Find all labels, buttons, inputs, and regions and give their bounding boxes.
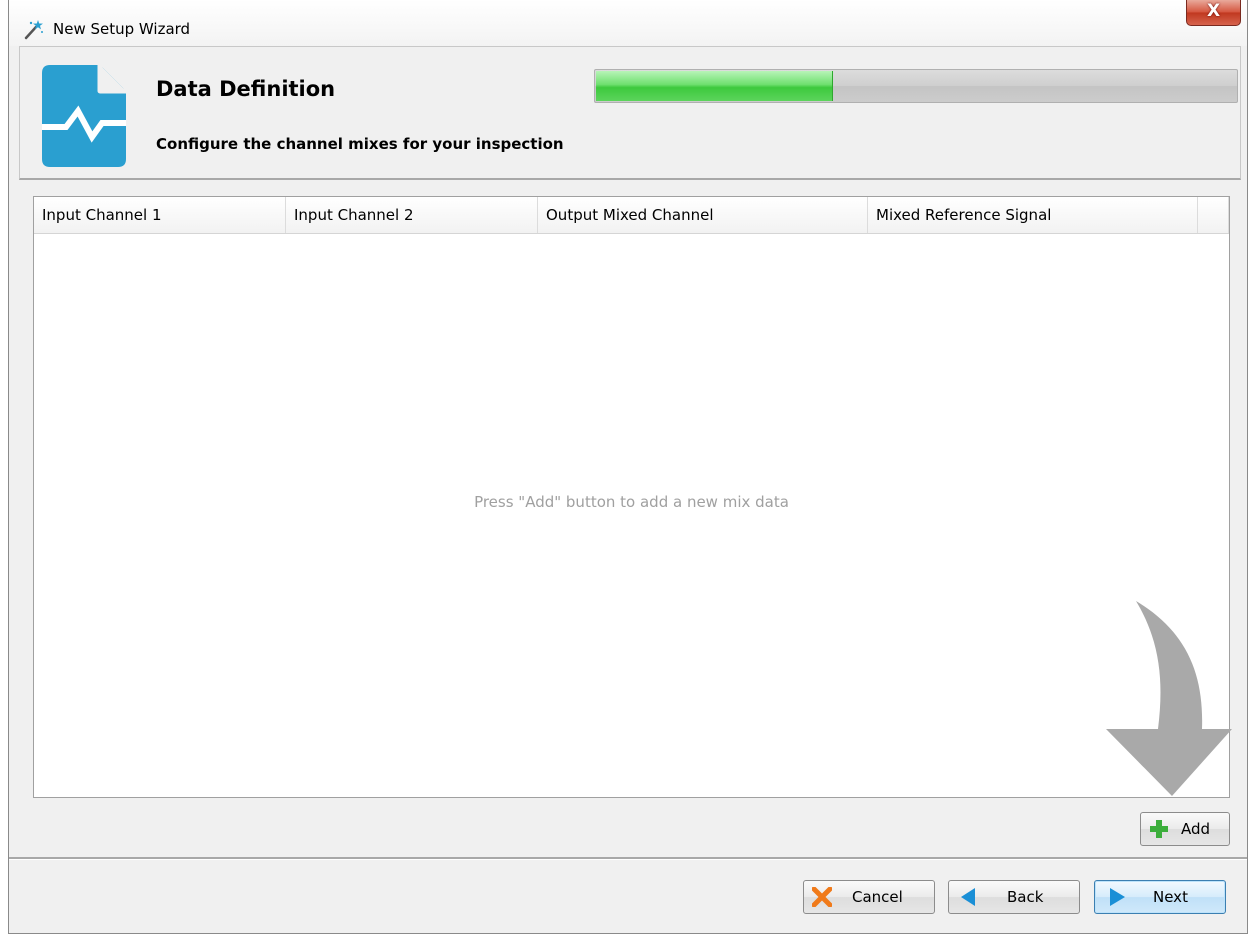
curved-arrow-down-icon (1106, 601, 1232, 796)
magic-wand-icon (24, 20, 43, 40)
add-button-label: Add (1181, 820, 1211, 838)
close-icon: X (1206, 1, 1221, 21)
next-button[interactable]: Next (1094, 880, 1226, 914)
page-subtitle: Configure the channel mixes for your ins… (156, 135, 564, 153)
cancel-button[interactable]: Cancel (803, 880, 935, 914)
table-header: Input Channel 1 Input Channel 2 Output Mix… (34, 197, 1229, 234)
next-button-label: Next (1153, 888, 1188, 906)
empty-table-message: Press "Add" button to add a new mix data (474, 493, 789, 511)
close-button[interactable]: X (1186, 0, 1241, 26)
window-title: New Setup Wizard (53, 20, 191, 38)
plus-icon (1150, 820, 1168, 838)
back-button-label: Back (1007, 888, 1044, 906)
triangle-right-icon (1110, 888, 1125, 906)
add-button[interactable]: Add (1140, 812, 1230, 846)
column-spacer[interactable] (1198, 197, 1229, 233)
data-waveform-document-icon (42, 65, 126, 167)
x-icon (812, 887, 832, 907)
progress-fill (596, 71, 833, 101)
column-input-channel-2[interactable]: Input Channel 2 (286, 197, 538, 233)
column-output-mixed-channel[interactable]: Output Mixed Channel (538, 197, 868, 233)
wizard-progress-bar (594, 69, 1238, 103)
triangle-left-icon (961, 888, 975, 906)
page-title: Data Definition (156, 77, 336, 101)
column-input-channel-1[interactable]: Input Channel 1 (34, 197, 286, 233)
column-mixed-reference-signal[interactable]: Mixed Reference Signal (868, 197, 1198, 233)
back-button[interactable]: Back (948, 880, 1080, 914)
mix-data-table[interactable]: Input Channel 1 Input Channel 2 Output Mix… (33, 196, 1232, 798)
footer-divider (9, 857, 1247, 860)
wizard-window: New Setup Wizard X Data Definition Confi… (8, 0, 1248, 934)
wizard-header: Data Definition Configure the channel mi… (19, 46, 1241, 180)
title-bar: New Setup Wizard X (9, 0, 1247, 46)
cancel-button-label: Cancel (852, 888, 903, 906)
